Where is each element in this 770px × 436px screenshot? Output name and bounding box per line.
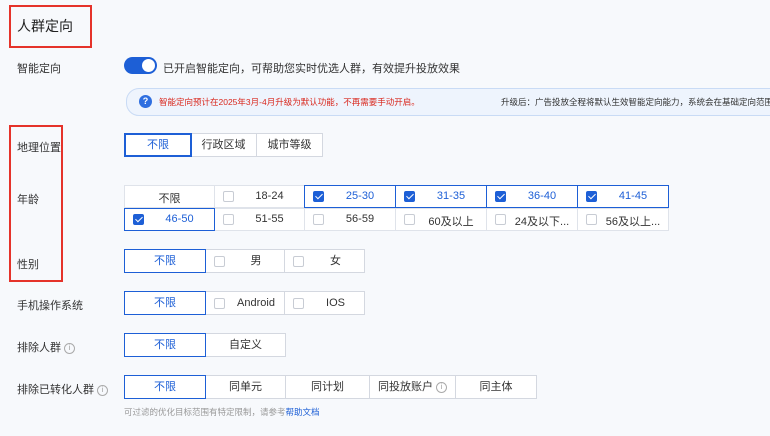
smart-targeting-description: 已开启智能定向，可帮助您实时优选人群，有效提升投放效果 <box>163 63 460 75</box>
info-icon[interactable]: i <box>436 381 447 393</box>
age-option[interactable]: 56-59 <box>304 208 396 231</box>
checkbox[interactable] <box>495 191 506 202</box>
toggle-knob <box>142 59 155 72</box>
exclude-converted-option-same-account[interactable]: 同投放账户 i <box>369 375 456 399</box>
gender-option-male[interactable]: 男 <box>205 249 285 273</box>
exclude-converted-option-same-plan[interactable]: 同计划 <box>285 375 370 399</box>
age-option-label: 36-40 <box>527 190 557 202</box>
age-option-label: 46-50 <box>165 213 194 225</box>
os-option-unlimited[interactable]: 不限 <box>124 291 206 315</box>
gender-option-female[interactable]: 女 <box>284 249 365 273</box>
age-label: 年龄 <box>17 194 39 206</box>
checkbox[interactable] <box>214 298 225 309</box>
notice-detail-text: 升级后：广告投放全程将默认生效智能定向能力，系统会在基础定向范围内，结合涨粉 <box>501 97 770 107</box>
exclude-option-custom[interactable]: 自定义 <box>205 333 286 357</box>
checkbox[interactable] <box>293 298 304 309</box>
age-option[interactable]: 25-30 <box>304 185 396 208</box>
age-option-label: 60及以上 <box>428 216 474 228</box>
age-option-label: 31-35 <box>436 190 466 202</box>
exclude-converted-option-same-unit[interactable]: 同单元 <box>205 375 286 399</box>
section-title: 人群定向 <box>17 18 73 34</box>
info-icon[interactable]: i <box>64 342 75 354</box>
age-option[interactable]: 60及以上 <box>395 208 487 231</box>
age-option[interactable]: 31-35 <box>395 185 487 208</box>
checkbox[interactable] <box>586 191 597 202</box>
help-hint: 可过滤的优化目标范围有特定限制，请参考帮助文档 <box>124 407 320 417</box>
geo-option-unlimited[interactable]: 不限 <box>124 133 192 157</box>
checkbox[interactable] <box>293 256 304 267</box>
gender-option-unlimited[interactable]: 不限 <box>124 249 206 273</box>
os-option-ios[interactable]: IOS <box>284 291 365 315</box>
help-doc-link[interactable]: 帮助文档 <box>286 407 320 417</box>
exclude-audience-label: 排除人群 i <box>17 339 75 355</box>
exclude-converted-label: 排除已转化人群 i <box>17 381 108 397</box>
checkbox[interactable] <box>214 256 225 267</box>
age-option-label: 56及以上... <box>605 216 661 228</box>
geo-option-city-level[interactable]: 城市等级 <box>256 133 323 157</box>
os-label: 手机操作系统 <box>17 300 83 312</box>
checkbox[interactable] <box>223 191 234 202</box>
age-option-label: 24及以下... <box>514 216 570 228</box>
checkbox[interactable] <box>404 191 415 202</box>
age-option[interactable]: 不限 <box>124 185 215 208</box>
checkbox[interactable] <box>495 214 506 225</box>
checkbox[interactable] <box>404 214 415 225</box>
smart-targeting-toggle[interactable] <box>124 57 157 74</box>
exclude-converted-option-same-entity[interactable]: 同主体 <box>455 375 537 399</box>
checkbox[interactable] <box>313 191 324 202</box>
checkbox[interactable] <box>133 214 144 225</box>
age-option[interactable]: 46-50 <box>124 208 215 231</box>
notice-red-text: 智能定向预计在2025年3月-4月升级为默认功能，不再需要手动开启。 <box>159 97 420 107</box>
upgrade-notice: ? 智能定向预计在2025年3月-4月升级为默认功能，不再需要手动开启。 升级后… <box>126 88 770 116</box>
age-option-label: 不限 <box>158 193 181 205</box>
exclude-converted-option-unlimited[interactable]: 不限 <box>124 375 206 399</box>
smart-targeting-label: 智能定向 <box>17 63 61 75</box>
question-icon: ? <box>139 95 152 108</box>
checkbox[interactable] <box>313 214 324 225</box>
age-option[interactable]: 56及以上... <box>577 208 669 231</box>
geo-label: 地理位置 <box>17 142 61 154</box>
age-option[interactable]: 36-40 <box>486 185 578 208</box>
age-option-label: 18-24 <box>255 190 284 202</box>
age-option[interactable]: 24及以下... <box>486 208 578 231</box>
age-option[interactable]: 18-24 <box>214 185 305 208</box>
gender-label: 性别 <box>17 259 39 271</box>
age-option-label: 56-59 <box>345 213 375 225</box>
age-option-label: 25-30 <box>345 190 375 202</box>
os-option-android[interactable]: Android <box>205 291 285 315</box>
age-option[interactable]: 51-55 <box>214 208 305 231</box>
age-option-label: 41-45 <box>618 190 648 202</box>
geo-option-admin-region[interactable]: 行政区域 <box>190 133 257 157</box>
exclude-option-unlimited[interactable]: 不限 <box>124 333 206 357</box>
age-option-label: 51-55 <box>255 213 284 225</box>
checkbox[interactable] <box>223 214 234 225</box>
info-icon[interactable]: i <box>97 384 108 396</box>
age-option[interactable]: 41-45 <box>577 185 669 208</box>
checkbox[interactable] <box>586 214 597 225</box>
